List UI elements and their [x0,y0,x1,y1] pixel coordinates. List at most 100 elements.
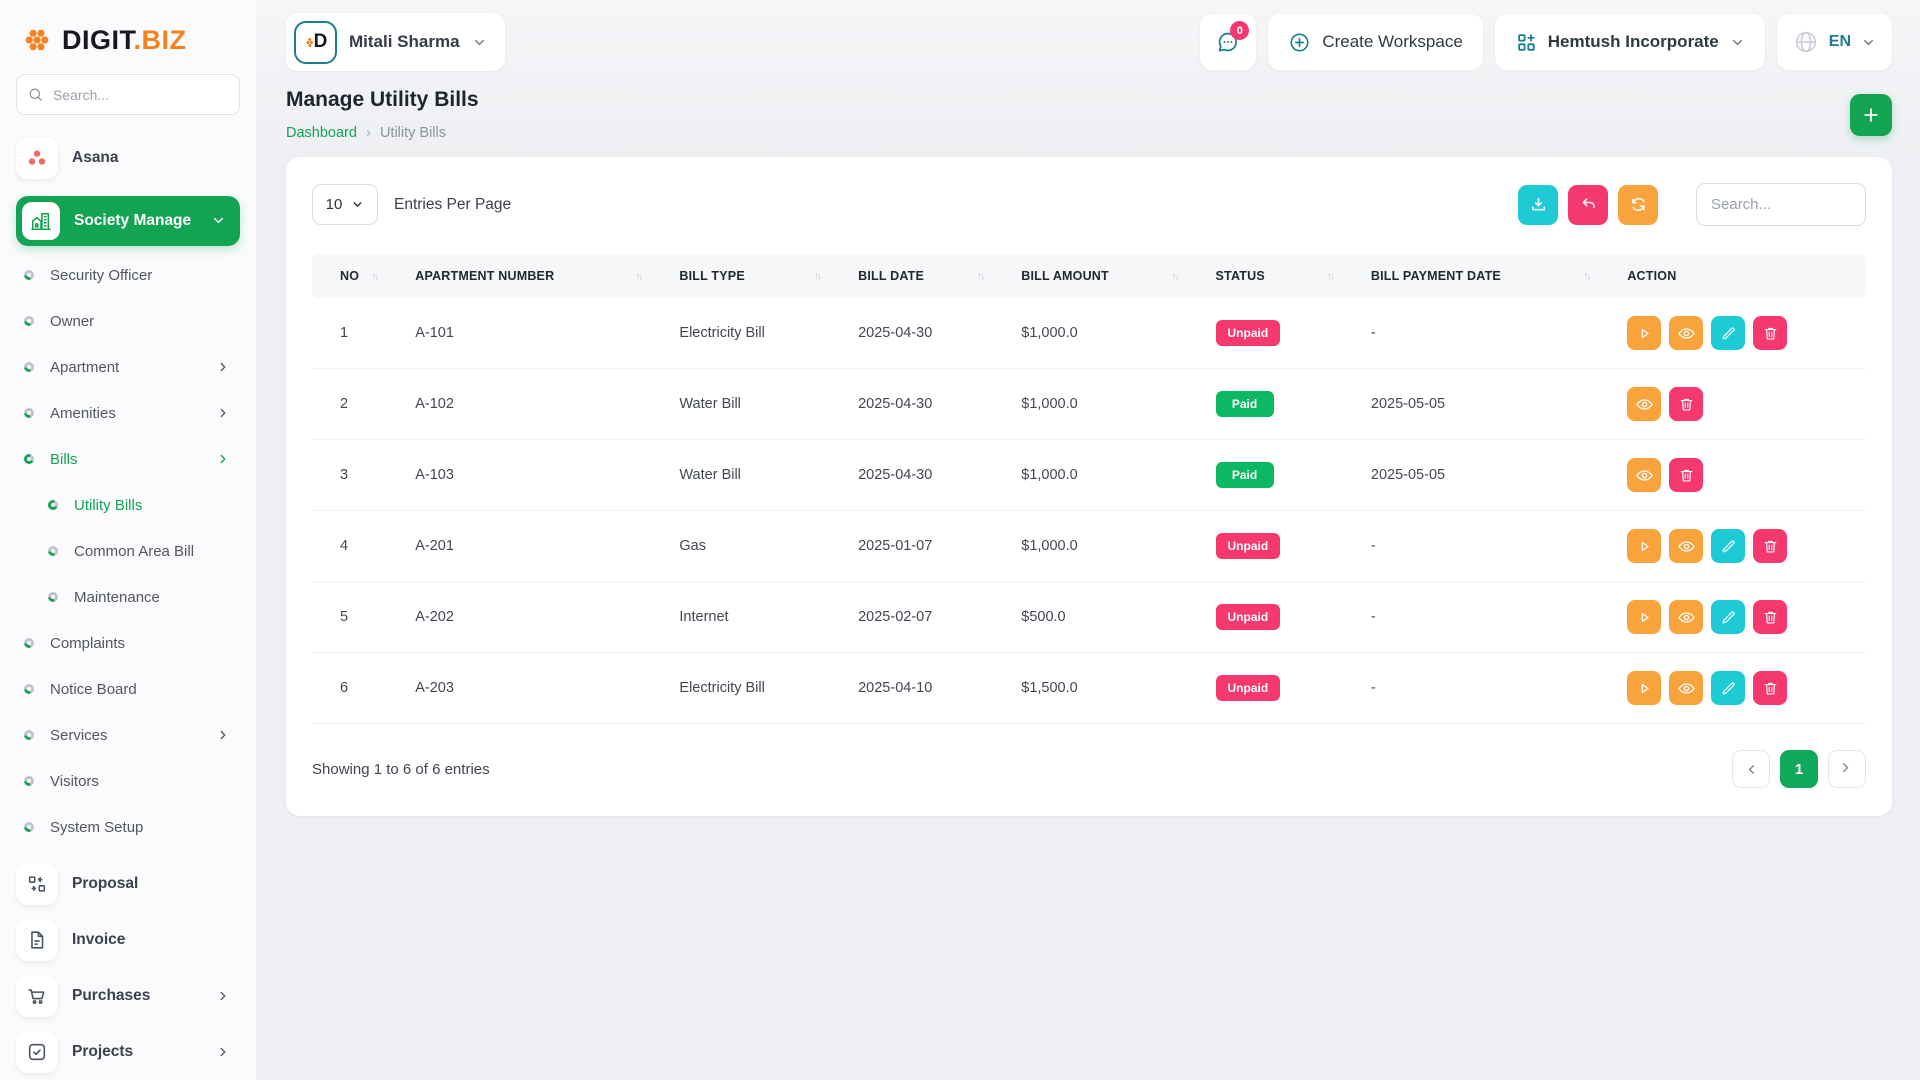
view-button[interactable] [1669,316,1703,350]
chevron-right-icon [216,406,230,420]
workspace-selector[interactable]: Hemtush Incorporate [1495,14,1765,70]
sidebar-item-common-area-bill[interactable]: Common Area Bill [16,528,240,574]
sidebar-item-label: Purchases [72,987,202,1005]
sidebar-item-maintenance[interactable]: Maintenance [16,574,240,620]
cell-action [1617,582,1866,653]
column-header-bill-payment-date[interactable]: BILL PAYMENT DATE ↑↓ [1361,254,1617,298]
sidebar-item-apartment[interactable]: Apartment [16,344,240,390]
sidebar-item-owner[interactable]: Owner [16,298,240,344]
chevron-right-icon [1840,762,1855,777]
table-search-input[interactable] [1696,183,1866,226]
sort-icon[interactable]: ↑↓ [1327,271,1333,282]
pagination-next-button[interactable] [1828,750,1866,788]
language-selector[interactable]: EN [1777,14,1892,70]
sidebar-item-services[interactable]: Services [16,712,240,758]
bullet-icon [24,638,34,648]
export-button[interactable] [1518,185,1558,225]
sidebar-item-security-officer[interactable]: Security Officer [16,252,240,298]
sort-icon[interactable]: ↑↓ [1583,271,1589,282]
chevron-left-icon [1744,762,1759,777]
add-bill-button[interactable] [1850,94,1892,136]
pay-button[interactable] [1627,600,1661,634]
view-button[interactable] [1669,671,1703,705]
user-menu[interactable]: D Mitali Sharma [286,13,505,71]
sidebar-item-projects[interactable]: Projects [16,1024,240,1080]
table-row: 4A-201Gas2025-01-07$1,000.0Unpaid- [312,511,1866,582]
create-workspace-button[interactable]: Create Workspace [1268,14,1482,70]
edit-button[interactable] [1711,600,1745,634]
column-label: BILL AMOUNT [1021,269,1109,283]
view-button[interactable] [1627,458,1661,492]
sidebar-item-notice-board[interactable]: Notice Board [16,666,240,712]
sidebar-search-input[interactable] [16,74,240,115]
sidebar-item-label: Notice Board [50,681,137,698]
bullet-icon [24,408,34,418]
pay-button[interactable] [1627,671,1661,705]
chevron-down-icon [472,35,487,50]
column-header-status[interactable]: STATUS↑↓ [1206,254,1361,298]
cell-apartment-number: A-202 [405,582,669,653]
delete-button[interactable] [1753,671,1787,705]
view-button[interactable] [1627,387,1661,421]
cell-bill-date: 2025-04-30 [848,298,1011,369]
sidebar-item-proposal[interactable]: Proposal [16,856,240,912]
chevron-down-icon [1730,35,1745,50]
sort-icon[interactable]: ↑↓ [1172,271,1178,282]
sidebar-item-amenities[interactable]: Amenities [16,390,240,436]
column-header-action[interactable]: ACTION [1617,254,1866,298]
sidebar-item-invoice[interactable]: Invoice [16,912,240,968]
sort-icon[interactable]: ↑↓ [977,271,983,282]
pay-button[interactable] [1627,529,1661,563]
language-code: EN [1829,33,1851,51]
undo-icon [1579,195,1598,214]
cell-status: Unpaid [1206,298,1361,369]
pagination-prev-button[interactable] [1732,750,1770,788]
status-badge: Paid [1216,462,1274,488]
undo-button[interactable] [1568,185,1608,225]
sidebar-item-label: Owner [50,313,94,330]
delete-button[interactable] [1753,316,1787,350]
sidebar-item-label: Visitors [50,773,99,790]
topbar-right: 0 Create Workspace Hemtush Incorp [1200,14,1892,70]
pay-button[interactable] [1627,316,1661,350]
delete-button[interactable] [1753,600,1787,634]
column-header-bill-amount[interactable]: BILL AMOUNT ↑↓ [1011,254,1205,298]
pagination-page-1[interactable]: 1 [1780,750,1818,788]
sidebar-item-label: Complaints [50,635,125,652]
delete-button[interactable] [1669,387,1703,421]
entries-per-page-select[interactable]: 10 [312,184,378,225]
edit-icon [1720,609,1737,626]
sort-icon[interactable]: ↑↓ [371,271,377,282]
chat-button[interactable]: 0 [1200,14,1256,70]
column-header-bill-type[interactable]: BILL TYPE↑↓ [669,254,848,298]
edit-button[interactable] [1711,316,1745,350]
view-button[interactable] [1669,529,1703,563]
edit-button[interactable] [1711,529,1745,563]
sidebar-item-bills[interactable]: Bills [16,436,240,482]
sidebar-item-utility-bills[interactable]: Utility Bills [16,482,240,528]
breadcrumb-dashboard[interactable]: Dashboard [286,125,357,141]
delete-button[interactable] [1669,458,1703,492]
bullet-icon [24,730,34,740]
sidebar-item-visitors[interactable]: Visitors [16,758,240,804]
column-label: NO [340,269,359,283]
cell-no: 5 [312,582,405,653]
view-button[interactable] [1669,600,1703,634]
sidebar-item-asana[interactable]: Asana [16,135,240,179]
sidebar-item-system-setup[interactable]: System Setup [16,804,240,850]
sidebar-group-society-manage[interactable]: Society Manage [16,196,240,246]
table-controls: 10 Entries Per Page [312,183,1866,226]
sort-icon[interactable]: ↑↓ [814,271,820,282]
column-header-no[interactable]: NO ↑↓ [312,254,405,298]
column-header-apartment-number[interactable]: APARTMENT NUMBER↑↓ [405,254,669,298]
sidebar-item-complaints[interactable]: Complaints [16,620,240,666]
column-label: BILL PAYMENT DATE [1371,269,1501,283]
refresh-button[interactable] [1618,185,1658,225]
sidebar-item-purchases[interactable]: Purchases [16,968,240,1024]
delete-button[interactable] [1753,529,1787,563]
breadcrumb: Dashboard › Utility Bills [286,124,479,141]
column-header-bill-date[interactable]: BILL DATE↑↓ [848,254,1011,298]
sort-icon[interactable]: ↑↓ [635,271,641,282]
workspace-grid-icon [1515,31,1537,53]
edit-button[interactable] [1711,671,1745,705]
